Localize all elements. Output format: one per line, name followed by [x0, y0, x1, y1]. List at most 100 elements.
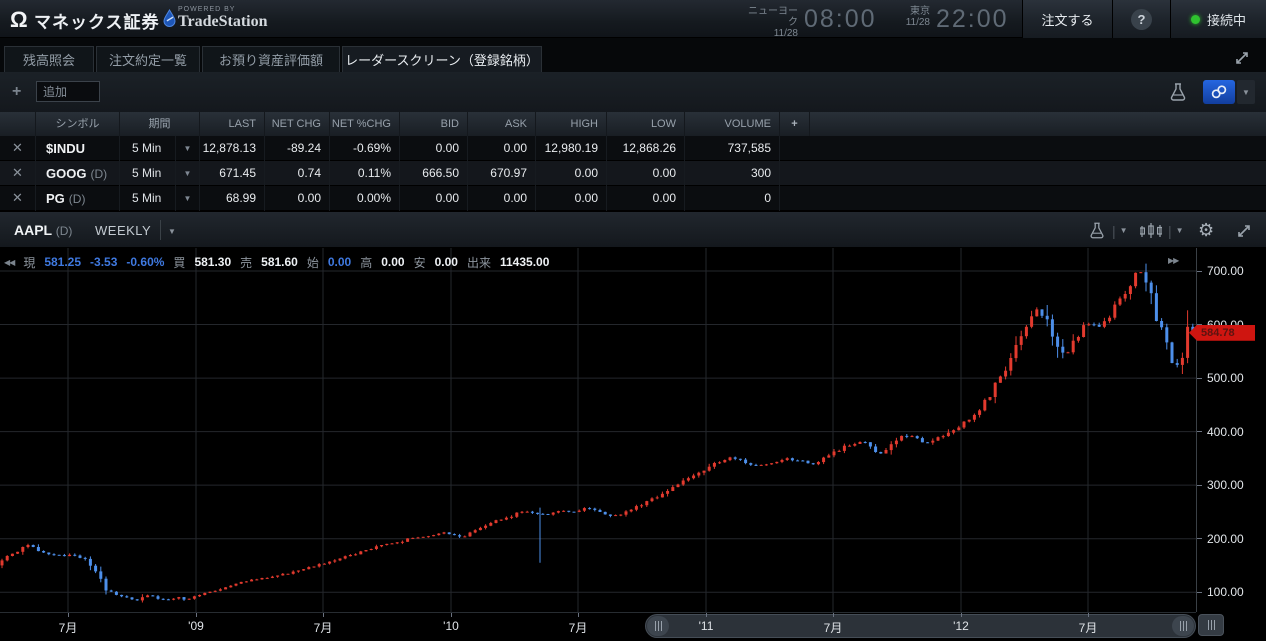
flask-icon: [1088, 221, 1106, 240]
axis-corner: [1196, 612, 1266, 641]
value-cell: 0.00%: [330, 186, 400, 211]
value-cell: 0.11%: [330, 161, 400, 186]
value-cell: 0.00: [536, 161, 607, 186]
clock-tokyo-meta: 東京 11/28: [888, 6, 930, 40]
clock-newyork-time: 08:00: [804, 3, 877, 37]
value-cell: 0.00: [265, 186, 330, 211]
header-net-chg[interactable]: NET %CHG: [330, 112, 400, 136]
time-tick-label: 7月: [314, 619, 333, 636]
remove-symbol-button[interactable]: ✕: [12, 140, 23, 156]
powered-by-label: POWERED BY: [178, 6, 235, 13]
header-close-col[interactable]: [0, 112, 36, 136]
gear-icon: ⚙: [1198, 221, 1214, 239]
help-button[interactable]: ?: [1112, 0, 1170, 38]
time-tickmark: [1088, 613, 1089, 617]
expand-icon[interactable]: [1234, 50, 1250, 66]
remove-symbol-button[interactable]: ✕: [12, 165, 23, 181]
watchlist-row-GOOG[interactable]: ✕GOOG(D)5 Min▼671.450.740.11%666.50670.9…: [0, 161, 1266, 186]
link-button[interactable]: [1203, 80, 1235, 104]
corner-grip[interactable]: [1198, 614, 1224, 636]
value-cell: 0.74: [265, 161, 330, 186]
time-tickmark: [196, 613, 197, 617]
time-tick-label: '09: [188, 619, 204, 633]
chart-expand-tool[interactable]: [1236, 223, 1252, 239]
scroll-forward-icon[interactable]: ▶▶: [1168, 256, 1178, 265]
time-tick-label: 7月: [59, 619, 78, 636]
value-cell: 0.00: [400, 136, 468, 161]
link-dropdown-arrow[interactable]: ▼: [1237, 80, 1255, 104]
time-tick-label: 7月: [1079, 619, 1098, 636]
price-tick-label: 700.00: [1207, 264, 1244, 278]
tradestation-logo-icon: [163, 8, 176, 28]
add-column-button[interactable]: +: [780, 112, 810, 136]
price-tickmark: [1197, 485, 1202, 486]
scroll-back-icon[interactable]: ◀◀: [4, 258, 14, 267]
interval-dropdown[interactable]: ▼: [176, 136, 200, 161]
time-tickmark: [68, 613, 69, 617]
interval-cell[interactable]: 5 Min: [120, 136, 176, 161]
add-symbol-input[interactable]: [36, 81, 100, 102]
value-cell: 0.00: [468, 186, 536, 211]
value-cell: 737,585: [685, 136, 780, 161]
value-cell: 12,980.19: [536, 136, 607, 161]
value-cell: 0.00: [400, 186, 468, 211]
header-volume-today[interactable]: VOLUME TODAY: [685, 112, 780, 136]
price-tick-label: 200.00: [1207, 532, 1244, 546]
header-ask[interactable]: ASK: [468, 112, 536, 136]
chart-analysis-tool[interactable]: |▼: [1088, 221, 1128, 240]
header-interval[interactable]: 期間: [120, 112, 200, 136]
header-low[interactable]: LOW: [607, 112, 685, 136]
candlestick-chart[interactable]: [0, 248, 1196, 612]
order-button[interactable]: 注文する: [1022, 0, 1112, 38]
price-tickmark: [1197, 378, 1202, 379]
value-cell: 300: [685, 161, 780, 186]
chart-interval-label[interactable]: WEEKLY: [95, 223, 151, 238]
flask-icon[interactable]: [1168, 82, 1188, 102]
time-axis[interactable]: 7月'097月'107月'117月'127月: [0, 612, 1196, 641]
watchlist-row-INDU[interactable]: ✕$INDU5 Min▼12,878.13-89.24-0.69%0.000.0…: [0, 136, 1266, 161]
symbol-cell[interactable]: GOOG(D): [36, 161, 120, 186]
time-tickmark: [961, 613, 962, 617]
time-tickmark: [578, 613, 579, 617]
row-close-cell: ✕: [0, 136, 36, 161]
help-icon[interactable]: ?: [1131, 9, 1152, 30]
symbol-cell[interactable]: PG(D): [36, 186, 120, 211]
header-last[interactable]: LAST: [200, 112, 265, 136]
scrollbar-right-grip[interactable]: [1172, 616, 1194, 636]
value-cell: 68.99: [200, 186, 265, 211]
chart-style-tool[interactable]: |▼: [1140, 221, 1184, 240]
row-close-cell: ✕: [0, 186, 36, 211]
time-tickmark: [706, 613, 707, 617]
value-cell: 0.00: [607, 186, 685, 211]
price-tick-label: 100.00: [1207, 585, 1244, 599]
header-net-chg[interactable]: NET CHG: [265, 112, 330, 136]
header-high[interactable]: HIGH: [536, 112, 607, 136]
value-cell: 0.00: [607, 161, 685, 186]
interval-cell[interactable]: 5 Min: [120, 186, 176, 211]
scrollbar-left-grip[interactable]: [647, 616, 669, 636]
price-tickmark: [1197, 271, 1202, 272]
watchlist-rows: ✕$INDU5 Min▼12,878.13-89.24-0.69%0.000.0…: [0, 136, 1266, 211]
chart-symbol-suffix: (D): [56, 224, 73, 238]
interval-dropdown[interactable]: ▼: [176, 161, 200, 186]
tab-2[interactable]: お預り資産評価額: [202, 46, 340, 72]
price-tick-label: 500.00: [1207, 371, 1244, 385]
chart-h-scrollbar[interactable]: [645, 614, 1196, 638]
interval-dropdown[interactable]: ▼: [176, 186, 200, 211]
interval-cell[interactable]: 5 Min: [120, 161, 176, 186]
header-symbol[interactable]: シンボル: [36, 112, 120, 136]
value-cell: 0.00: [468, 136, 536, 161]
tab-3[interactable]: レーダースクリーン（登録銘柄）: [342, 46, 542, 72]
symbol-cell[interactable]: $INDU: [36, 136, 120, 161]
chart-settings-tool[interactable]: ⚙: [1198, 221, 1214, 239]
watchlist-row-PG[interactable]: ✕PG(D)5 Min▼68.990.000.00%0.000.000.000.…: [0, 186, 1266, 211]
tab-0[interactable]: 残高照会: [4, 46, 94, 72]
header-bid[interactable]: BID: [400, 112, 468, 136]
tab-1[interactable]: 注文約定一覧: [96, 46, 200, 72]
chart-interval-dropdown[interactable]: ▼: [168, 227, 176, 236]
expand-icon: [1236, 223, 1252, 239]
remove-symbol-button[interactable]: ✕: [12, 190, 23, 206]
price-axis[interactable]: 584.78 100.00200.00300.00400.00500.00600…: [1196, 248, 1266, 612]
price-tickmark: [1197, 538, 1202, 539]
add-symbol-icon[interactable]: +: [12, 83, 21, 101]
